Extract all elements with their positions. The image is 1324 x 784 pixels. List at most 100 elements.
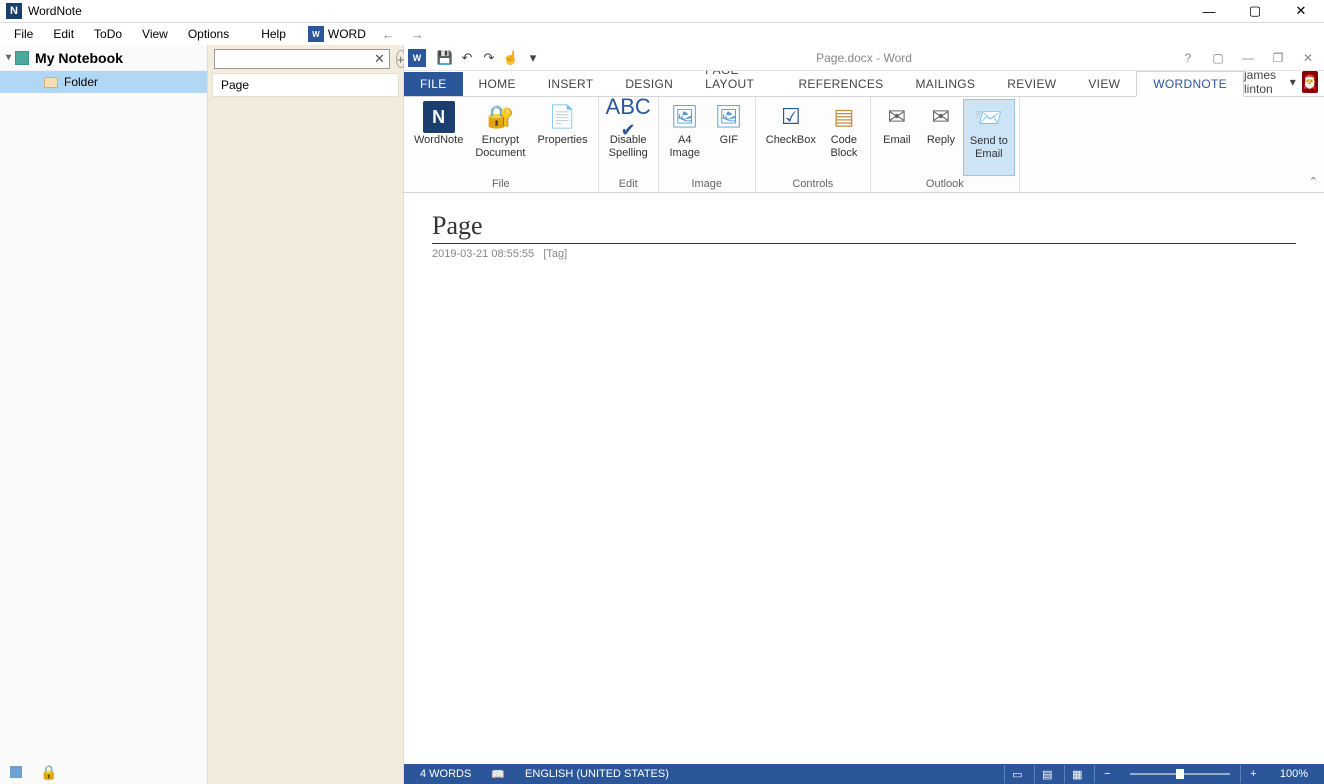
word-minimize-button[interactable]: —: [1236, 51, 1260, 65]
zoom-in-button[interactable]: +: [1240, 765, 1266, 783]
word-panel: W 💾 ↶ ↷ ☝ ▾ Page.docx - Word ? ▢ — ❐ ✕ F…: [404, 45, 1324, 784]
menu-todo[interactable]: ToDo: [84, 24, 132, 44]
title-bar: N WordNote — ▢ ✕: [0, 0, 1324, 23]
tab-file[interactable]: FILE: [404, 72, 463, 96]
a4-image-icon: 🖼: [669, 101, 701, 133]
tab-wordnote[interactable]: WORDNOTE: [1136, 71, 1244, 97]
reply-icon: ✉: [925, 101, 957, 133]
ribbon-group-controls: ☑ CheckBox ▤ Code Block Controls: [756, 97, 871, 192]
ribbon-group-file: N WordNote 🔐 Encrypt Document 📄 Properti…: [404, 97, 599, 192]
group-label-file: File: [492, 176, 510, 192]
notebook-icon: [15, 51, 29, 65]
window-minimize-button[interactable]: —: [1186, 0, 1232, 23]
a4-image-button[interactable]: 🖼 A4 Image: [663, 99, 707, 176]
ribbon-display-button[interactable]: ▢: [1206, 51, 1230, 65]
clear-search-icon[interactable]: ✕: [374, 51, 385, 67]
print-layout-button[interactable]: ▤: [1034, 765, 1060, 783]
group-label-edit: Edit: [619, 176, 638, 192]
status-words[interactable]: 4 WORDS: [410, 768, 481, 780]
checkbox-button[interactable]: ☑ CheckBox: [760, 99, 822, 176]
page-meta: 2019-03-21 08:55:55 [Tag]: [432, 248, 1296, 260]
web-layout-button[interactable]: ▦: [1064, 765, 1090, 783]
encrypt-document-button[interactable]: 🔐 Encrypt Document: [469, 99, 531, 176]
touch-mode-button[interactable]: ☝: [500, 47, 522, 69]
user-avatar: 🎅: [1302, 71, 1318, 93]
search-box[interactable]: ✕: [214, 49, 390, 69]
properties-icon: 📄: [547, 101, 579, 133]
properties-button[interactable]: 📄 Properties: [531, 99, 593, 176]
user-account[interactable]: james linton ▾ 🎅: [1244, 68, 1324, 96]
chevron-down-icon: ▾: [6, 52, 11, 63]
window-close-button[interactable]: ✕: [1278, 0, 1324, 23]
send-to-email-button[interactable]: 📨 Send to Email: [963, 99, 1015, 176]
sidebar-folder-item[interactable]: Folder: [0, 71, 207, 93]
checkbox-icon: ☑: [775, 101, 807, 133]
folder-label: Folder: [64, 75, 98, 89]
email-button[interactable]: ✉ Email: [875, 99, 919, 176]
tab-references[interactable]: REFERENCES: [782, 72, 899, 96]
lock-icon[interactable]: 🔒: [40, 764, 57, 781]
save-button[interactable]: 💾: [434, 47, 456, 69]
reply-button[interactable]: ✉ Reply: [919, 99, 963, 176]
status-language[interactable]: ENGLISH (UNITED STATES): [515, 768, 679, 780]
collapse-ribbon-button[interactable]: ⌃: [1309, 175, 1318, 188]
nav-forward-button[interactable]: →: [403, 27, 432, 42]
group-label-outlook: Outlook: [926, 176, 964, 192]
notebook-sidebar: ▾ My Notebook Folder 🔒: [0, 45, 208, 784]
tab-design[interactable]: DESIGN: [609, 72, 689, 96]
menu-file[interactable]: File: [4, 24, 43, 44]
notebook-header[interactable]: ▾ My Notebook: [0, 45, 207, 71]
zoom-level[interactable]: 100%: [1270, 768, 1318, 780]
disable-spelling-button[interactable]: ABC✔ Disable Spelling: [603, 99, 654, 176]
undo-button[interactable]: ↶: [456, 47, 478, 69]
menu-help[interactable]: Help: [251, 24, 296, 44]
ribbon-group-edit: ABC✔ Disable Spelling Edit: [599, 97, 659, 192]
tab-review[interactable]: REVIEW: [991, 72, 1072, 96]
send-to-email-icon: 📨: [973, 102, 1005, 134]
wordnote-button[interactable]: N WordNote: [408, 99, 469, 176]
menu-edit[interactable]: Edit: [43, 24, 84, 44]
menu-view[interactable]: View: [132, 24, 178, 44]
ribbon-group-outlook: ✉ Email ✉ Reply 📨 Send to Email Outlook: [871, 97, 1020, 192]
lock-key-icon: 🔐: [484, 101, 516, 133]
window-maximize-button[interactable]: ▢: [1232, 0, 1278, 23]
page-tag[interactable]: [Tag]: [543, 248, 567, 260]
page-title[interactable]: Page: [432, 211, 1296, 244]
status-proofing[interactable]: 📖: [481, 768, 515, 781]
tab-mailings[interactable]: MAILINGS: [899, 72, 991, 96]
gif-icon: 🖼: [713, 101, 745, 133]
word-doc-icon: W: [408, 49, 426, 67]
qat-customize-button[interactable]: ▾: [522, 47, 544, 69]
word-close-button[interactable]: ✕: [1296, 51, 1320, 65]
status-bar: 4 WORDS 📖 ENGLISH (UNITED STATES) ▭ ▤ ▦ …: [404, 764, 1324, 784]
redo-button[interactable]: ↷: [478, 47, 500, 69]
document-title: Page.docx - Word: [816, 51, 912, 65]
group-label-controls: Controls: [792, 176, 833, 192]
word-label: WORD: [328, 27, 366, 41]
email-icon: ✉: [881, 101, 913, 133]
word-restore-button[interactable]: ❐: [1266, 51, 1290, 65]
tab-insert[interactable]: INSERT: [532, 72, 610, 96]
code-block-button[interactable]: ▤ Code Block: [822, 99, 866, 176]
note-icon[interactable]: [10, 766, 22, 778]
ribbon-tabs: FILE HOME INSERT DESIGN PAGE LAYOUT REFE…: [404, 71, 1324, 97]
code-block-icon: ▤: [828, 101, 860, 133]
zoom-out-button[interactable]: −: [1094, 765, 1120, 783]
page-list-item[interactable]: Page: [212, 73, 399, 97]
nav-back-button[interactable]: ←: [374, 27, 403, 42]
app-icon: N: [6, 3, 22, 19]
spellcheck-icon: ABC✔: [612, 101, 644, 133]
read-mode-button[interactable]: ▭: [1004, 765, 1030, 783]
notebook-title: My Notebook: [35, 50, 123, 66]
menu-options[interactable]: Options: [178, 24, 239, 44]
page-timestamp: 2019-03-21 08:55:55: [432, 248, 534, 260]
app-title: WordNote: [28, 4, 82, 18]
tab-view[interactable]: VIEW: [1072, 72, 1136, 96]
search-input[interactable]: [219, 52, 374, 66]
zoom-slider[interactable]: [1130, 773, 1230, 775]
gif-button[interactable]: 🖼 GIF: [707, 99, 751, 176]
document-area[interactable]: Page 2019-03-21 08:55:55 [Tag]: [404, 193, 1324, 764]
tab-home[interactable]: HOME: [463, 72, 532, 96]
zoom-slider-knob[interactable]: [1176, 769, 1184, 779]
help-button[interactable]: ?: [1176, 51, 1200, 65]
